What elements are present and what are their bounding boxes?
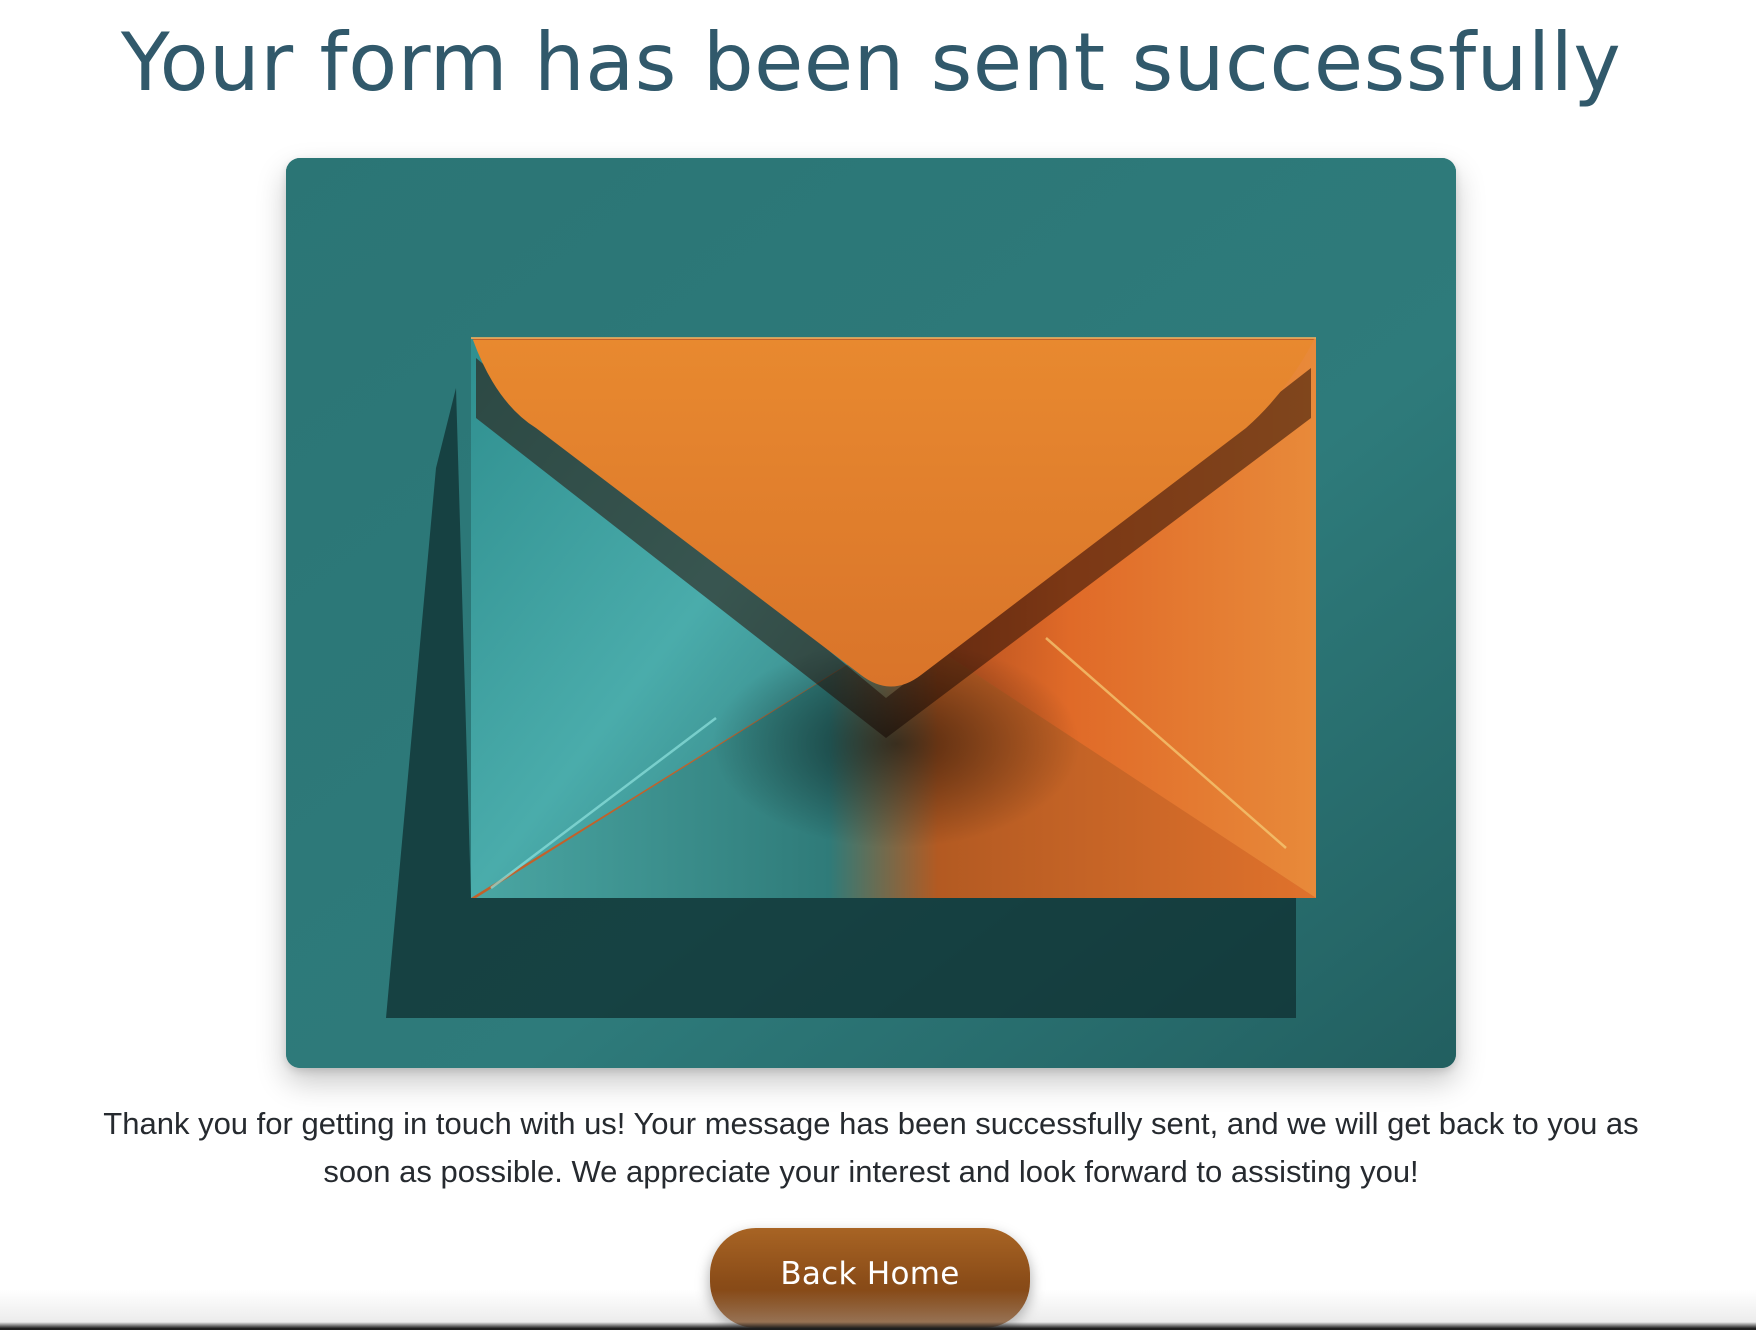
success-page: Your form has been sent successfully Tha… — [0, 0, 1756, 1330]
envelope-image — [286, 158, 1456, 1068]
page-title: Your form has been sent successfully — [120, 16, 1622, 109]
envelope-illustration — [286, 158, 1456, 1068]
page-bottom-edge — [0, 1290, 1756, 1330]
confirmation-message: Thank you for getting in touch with us! … — [103, 1106, 1639, 1189]
